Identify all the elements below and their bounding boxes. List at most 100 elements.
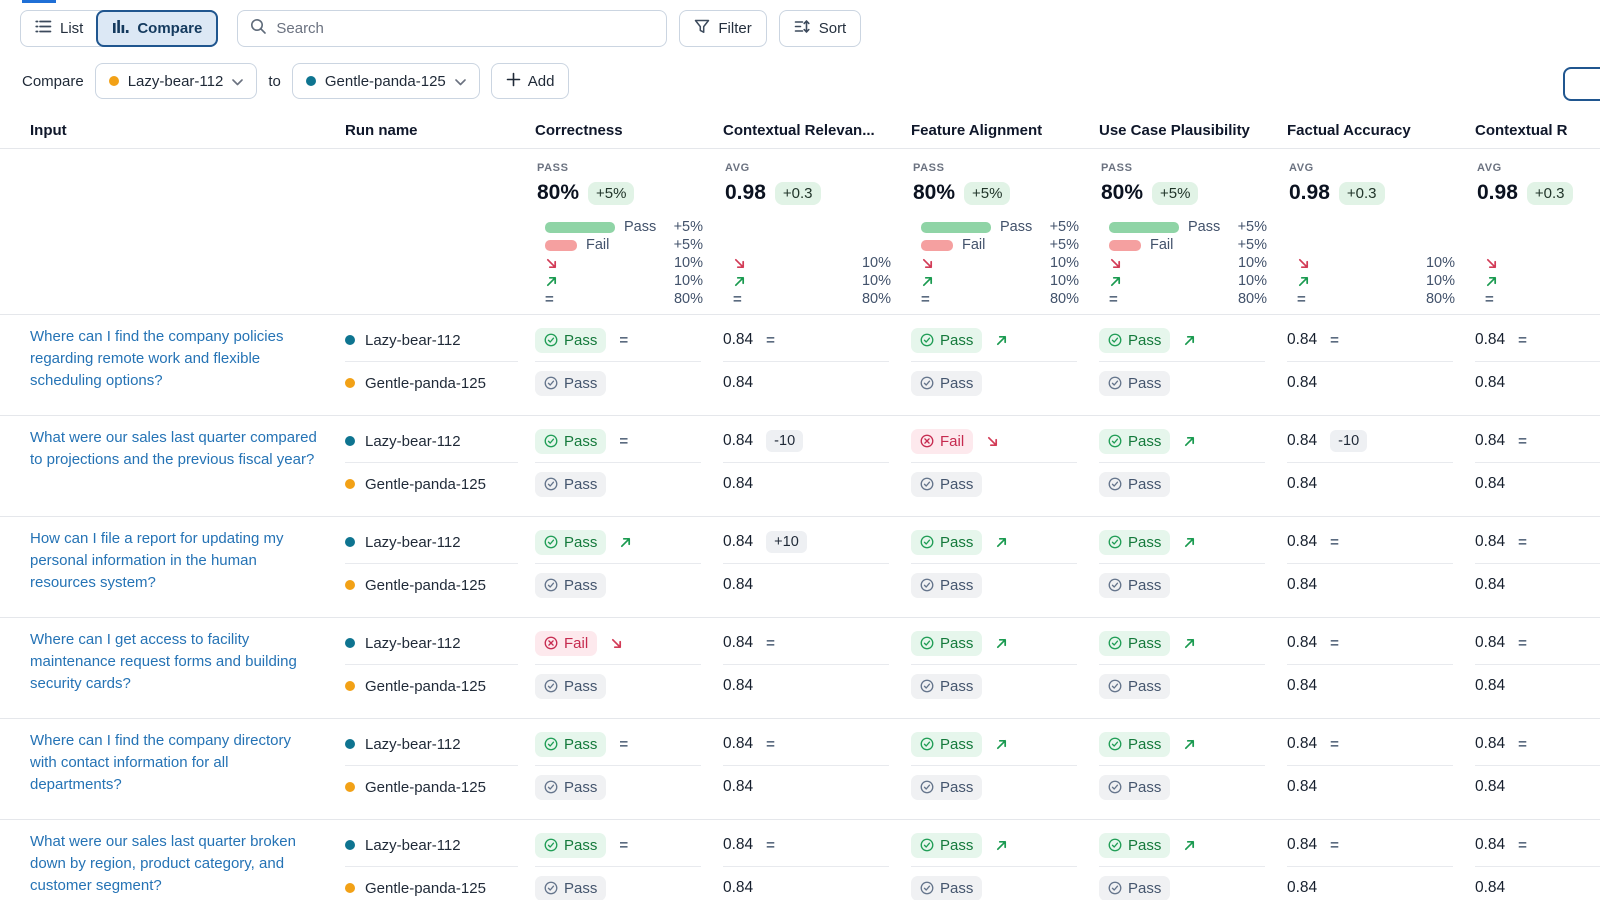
column-header-contextual-relevan: Contextual Relevan... bbox=[723, 116, 911, 139]
metric-cell-content: Fail bbox=[535, 622, 723, 664]
table-row[interactable]: What were our sales last quarter compare… bbox=[0, 416, 1600, 517]
legend-fail-row: Fail+5% bbox=[537, 236, 703, 254]
score-delta-badge: +10 bbox=[766, 531, 807, 553]
x-circle-icon bbox=[920, 434, 934, 448]
pass-badge: Pass bbox=[911, 530, 982, 555]
pass-badge: Pass bbox=[911, 631, 982, 656]
metric-cell-content: 0.84 bbox=[1287, 766, 1475, 808]
filter-label: Filter bbox=[718, 20, 751, 37]
run-name-label: Gentle-panda-125 bbox=[365, 678, 486, 695]
chevron-down-icon bbox=[232, 73, 243, 90]
metric-cell-content: 0.84 bbox=[1475, 564, 1600, 606]
check-circle-icon bbox=[544, 780, 558, 794]
check-circle-icon bbox=[920, 838, 934, 852]
search-input[interactable] bbox=[276, 20, 654, 37]
metric-cell-feature-alignment: FailPass bbox=[911, 420, 1099, 505]
pass-badge: Pass bbox=[1099, 775, 1170, 800]
pass-badge: Pass bbox=[911, 371, 982, 396]
check-circle-icon bbox=[1108, 679, 1122, 693]
check-circle-icon bbox=[1108, 737, 1122, 751]
score-value: 0.84 bbox=[1475, 533, 1505, 551]
run-dot bbox=[345, 436, 355, 446]
metric-cell-content: Pass bbox=[1099, 723, 1287, 765]
search-icon bbox=[250, 18, 267, 40]
legend-equal-row: = bbox=[1477, 290, 1600, 308]
metric-cell-content: 0.84 +10 bbox=[723, 521, 911, 563]
run-name-label: Lazy-bear-112 bbox=[365, 837, 461, 854]
metric-cell-content: 0.84= bbox=[1475, 319, 1600, 361]
metric-cell-content: Pass bbox=[535, 564, 723, 606]
check-circle-icon bbox=[544, 333, 558, 347]
summary-stat-row: 80%+5% bbox=[913, 181, 1079, 205]
table-row[interactable]: Where can I get access to facility maint… bbox=[0, 618, 1600, 719]
metric-cell-content: 0.84= bbox=[723, 723, 911, 765]
cutoff-action-button[interactable] bbox=[1563, 67, 1600, 101]
trend-equal-icon: = bbox=[1518, 433, 1527, 450]
trend-up-icon bbox=[1183, 536, 1196, 549]
score-value: 0.84 bbox=[1287, 677, 1317, 695]
run-name-label: Gentle-panda-125 bbox=[365, 375, 486, 392]
metric-cell-correctness: Pass=Pass bbox=[535, 824, 723, 900]
metric-cell-content: 0.84 bbox=[723, 463, 911, 505]
table-row[interactable]: How can I file a report for updating my … bbox=[0, 517, 1600, 618]
check-circle-icon bbox=[1108, 838, 1122, 852]
compare-view-button[interactable]: Compare bbox=[96, 10, 218, 47]
table-row[interactable]: Where can I find the company directory w… bbox=[0, 719, 1600, 820]
metric-cell-contextual-relevan: 0.84=0.84 bbox=[723, 824, 911, 900]
input-question-link[interactable]: What were our sales last quarter broken … bbox=[30, 831, 319, 897]
summary-legend: 10%10%=80% bbox=[1289, 254, 1455, 308]
column-header-factual-accuracy: Factual Accuracy bbox=[1287, 116, 1475, 139]
trend-equal-icon: = bbox=[1330, 837, 1339, 854]
column-header-correctness: Correctness bbox=[535, 116, 723, 139]
legend-up-row: 10% bbox=[537, 272, 703, 290]
run-name-label: Lazy-bear-112 bbox=[365, 332, 461, 349]
legend-pass-bar bbox=[545, 222, 615, 233]
input-question-link[interactable]: What were our sales last quarter compare… bbox=[30, 427, 319, 471]
metric-cell-use-case-plausibility: PassPass bbox=[1099, 521, 1287, 606]
run-dot bbox=[345, 479, 355, 489]
score-value: 0.84 bbox=[1475, 475, 1505, 493]
input-question-link[interactable]: How can I file a report for updating my … bbox=[30, 528, 319, 594]
metric-cell-content: 0.84= bbox=[1287, 319, 1475, 361]
score-value: 0.84 bbox=[1475, 634, 1505, 652]
sort-button[interactable]: Sort bbox=[779, 10, 862, 47]
input-question-link[interactable]: Where can I find the company directory w… bbox=[30, 730, 319, 796]
score-value: 0.84 bbox=[1475, 778, 1505, 796]
input-question-link[interactable]: Where can I find the company policies re… bbox=[30, 326, 319, 392]
comparison-run-name: Gentle-panda-125 bbox=[325, 73, 446, 90]
input-question-link[interactable]: Where can I get access to facility maint… bbox=[30, 629, 319, 695]
score-value: 0.84 bbox=[723, 533, 753, 551]
score-value: 0.84 bbox=[1475, 374, 1505, 392]
metric-cell-use-case-plausibility: Pass Pass bbox=[1099, 723, 1287, 808]
metric-cell-factual-accuracy: 0.84=0.84 bbox=[1287, 622, 1475, 707]
summary-contextual-r: AVG0.98+0.3= bbox=[1475, 149, 1600, 314]
input-cell: What were our sales last quarter compare… bbox=[0, 420, 345, 505]
list-view-button[interactable]: List bbox=[21, 11, 97, 46]
summary-stat-label: PASS bbox=[913, 162, 1079, 174]
run-cell: Lazy-bear-112Gentle-panda-125 bbox=[345, 521, 535, 606]
column-header-feature-alignment: Feature Alignment bbox=[911, 116, 1099, 139]
table-row[interactable]: Where can I find the company policies re… bbox=[0, 315, 1600, 416]
compare-bar: Compare Lazy-bear-112 to Gentle-panda-12… bbox=[22, 63, 1600, 99]
run-name-cell: Gentle-panda-125 bbox=[345, 867, 535, 900]
summary-stat-delta: +0.3 bbox=[775, 182, 821, 205]
metric-cell-use-case-plausibility: PassPass bbox=[1099, 420, 1287, 505]
trend-equal-icon: = bbox=[1109, 291, 1118, 308]
score-value: 0.84 bbox=[1287, 735, 1317, 753]
baseline-run-dropdown[interactable]: Lazy-bear-112 bbox=[95, 63, 258, 99]
metric-cell-content: Pass bbox=[535, 665, 723, 707]
add-run-button[interactable]: Add bbox=[491, 63, 570, 99]
pass-badge: Pass bbox=[1099, 429, 1170, 454]
metric-cell-content: Pass bbox=[1099, 665, 1287, 707]
metric-cell-content: 0.84 bbox=[1475, 362, 1600, 404]
comparison-run-dropdown[interactable]: Gentle-panda-125 bbox=[292, 63, 480, 99]
check-circle-icon bbox=[920, 535, 934, 549]
metric-cell-content: Pass bbox=[535, 362, 723, 404]
trend-up-icon bbox=[921, 275, 934, 288]
table-row[interactable]: What were our sales last quarter broken … bbox=[0, 820, 1600, 900]
metric-cell-content: Pass bbox=[535, 521, 723, 563]
run-name-label: Lazy-bear-112 bbox=[365, 736, 461, 753]
filter-button[interactable]: Filter bbox=[679, 10, 766, 47]
trend-up-icon bbox=[1485, 275, 1498, 288]
metric-cell-contextual-r: 0.84=0.84 bbox=[1475, 723, 1600, 808]
